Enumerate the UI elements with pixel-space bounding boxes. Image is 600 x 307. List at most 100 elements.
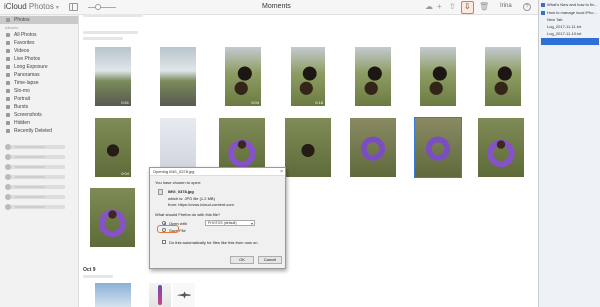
sidebar-item-label: All Photos bbox=[14, 32, 37, 38]
dialog-title: Opening IMG_0378.jpg bbox=[150, 168, 285, 176]
sidebar-item-time-lapse[interactable]: Time-lapse bbox=[0, 79, 78, 87]
panel-item[interactable]: New Tab bbox=[541, 16, 599, 23]
photo-thumbnail[interactable]: 0:18 bbox=[291, 47, 325, 106]
app-brand[interactable]: iCloud Photos▼ bbox=[4, 2, 60, 11]
browser-side-panel: What's New and how to fix... How to mana… bbox=[538, 0, 600, 307]
download-button[interactable]: ⇩ bbox=[461, 1, 474, 14]
sidebar-toggle-icon[interactable] bbox=[69, 3, 78, 11]
album-thumbnail bbox=[5, 144, 11, 150]
user-menu[interactable]: Irina bbox=[500, 3, 512, 9]
photo-thumbnail[interactable]: 0:04 bbox=[95, 118, 131, 177]
sidebar-item-photos[interactable]: Photos bbox=[0, 16, 78, 24]
share-icon[interactable]: ⇧ bbox=[449, 2, 456, 12]
photo-thumbnail[interactable] bbox=[350, 118, 396, 177]
photo-thumbnail[interactable] bbox=[355, 47, 391, 106]
photo-thumbnail-selected[interactable] bbox=[414, 117, 462, 178]
sidebar-item-label: Photos bbox=[14, 17, 30, 23]
photo-thumbnail[interactable]: 0:51 bbox=[95, 47, 131, 106]
app-name: iCloud bbox=[4, 2, 27, 11]
photo-thumbnail[interactable] bbox=[160, 47, 196, 106]
panel-item-label: How to manage local iPho... bbox=[547, 10, 597, 15]
auto-checkbox[interactable] bbox=[162, 240, 166, 244]
album-item[interactable] bbox=[5, 154, 65, 160]
photo-thumbnail[interactable] bbox=[485, 47, 521, 106]
trash-icon[interactable]: 🗑 bbox=[479, 2, 489, 12]
album-name-blurred bbox=[15, 186, 45, 188]
sidebar-item-label: Screenshots bbox=[14, 112, 42, 118]
panel-item-selected[interactable] bbox=[541, 38, 599, 45]
sidebar-item-live-photos[interactable]: Live Photos bbox=[0, 55, 78, 63]
album-icon bbox=[6, 33, 10, 37]
photos-icon bbox=[6, 18, 10, 22]
sidebar-item-hidden[interactable]: Hidden bbox=[0, 119, 78, 127]
album-item[interactable] bbox=[5, 194, 65, 200]
ok-button[interactable]: OK bbox=[230, 256, 254, 264]
sidebar-item-recently-deleted[interactable]: Recently Deleted bbox=[0, 127, 78, 135]
download-icon: ⇩ bbox=[464, 2, 471, 11]
moment-subheader-blurred bbox=[83, 275, 113, 278]
bookmark-icon bbox=[541, 10, 545, 15]
bursts-icon bbox=[6, 105, 10, 109]
video-icon bbox=[6, 49, 10, 53]
video-duration: 0:04 bbox=[251, 100, 259, 105]
photo-thumbnail[interactable] bbox=[478, 118, 524, 177]
dialog-filename: IMG_0378.jpg bbox=[168, 189, 194, 194]
close-icon[interactable]: × bbox=[280, 168, 283, 176]
sidebar-item-label: Videos bbox=[14, 48, 30, 54]
zoom-slider[interactable] bbox=[88, 7, 116, 8]
panel-item-label: Log_2017-11-11.txt bbox=[547, 24, 582, 29]
album-name-blurred bbox=[15, 146, 45, 148]
photo-thumbnail[interactable] bbox=[149, 283, 171, 307]
album-item[interactable] bbox=[5, 184, 65, 190]
help-icon[interactable]: ? bbox=[523, 3, 531, 11]
dialog-question: What should Firefox do with this file? bbox=[155, 212, 221, 217]
sidebar-item-panoramas[interactable]: Panoramas bbox=[0, 71, 78, 79]
album-item[interactable] bbox=[5, 164, 65, 170]
panel-item[interactable]: Log_2017-11-11.txt bbox=[541, 23, 599, 30]
sidebar-item-long-exposure[interactable]: Long Exposure bbox=[0, 63, 78, 71]
sidebar-item-label: Slo-mo bbox=[14, 88, 30, 94]
sidebar-item-screenshots[interactable]: Screenshots bbox=[0, 111, 78, 119]
photo-thumbnail[interactable] bbox=[420, 47, 456, 106]
panel-item[interactable]: Log_2017-11-10.txt bbox=[541, 30, 599, 37]
add-icon[interactable]: + bbox=[437, 2, 442, 12]
album-thumbnail bbox=[5, 184, 11, 190]
panel-item[interactable]: How to manage local iPho... bbox=[541, 9, 599, 16]
sidebar-item-videos[interactable]: Videos bbox=[0, 47, 78, 55]
sidebar-item-slo-mo[interactable]: Slo-mo bbox=[0, 87, 78, 95]
photo-thumbnail[interactable] bbox=[285, 118, 331, 177]
sidebar-item-all-photos[interactable]: All Photos bbox=[0, 31, 78, 39]
hidden-icon bbox=[6, 121, 10, 125]
photo-thumbnail[interactable] bbox=[173, 283, 195, 307]
sidebar-item-label: Panoramas bbox=[14, 72, 40, 78]
moment-header-blurred bbox=[83, 14, 143, 17]
sidebar-item-label: Favorites bbox=[14, 40, 35, 46]
moment-header-blurred bbox=[83, 31, 138, 34]
slo-mo-icon bbox=[6, 89, 10, 93]
photo-thumbnail[interactable] bbox=[90, 188, 135, 247]
zoom-slider-knob[interactable] bbox=[95, 4, 101, 10]
sidebar: Photos Albums All Photos Favorites Video… bbox=[0, 15, 79, 307]
sidebar-item-favorites[interactable]: Favorites bbox=[0, 39, 78, 47]
cancel-button[interactable]: Cancel bbox=[258, 256, 282, 264]
album-name-blurred bbox=[15, 156, 45, 158]
bookmark-icon bbox=[541, 2, 545, 7]
upload-icon[interactable]: ☁ bbox=[425, 2, 433, 12]
panel-item[interactable]: What's New and how to fix... bbox=[541, 1, 599, 8]
portrait-icon bbox=[6, 97, 10, 101]
photo-thumbnail[interactable]: 0:04 bbox=[225, 47, 261, 106]
album-item[interactable] bbox=[5, 174, 65, 180]
sidebar-item-bursts[interactable]: Bursts bbox=[0, 103, 78, 111]
open-file-dialog: Opening IMG_0378.jpg × You have chosen t… bbox=[149, 167, 286, 269]
video-duration: 0:18 bbox=[315, 100, 323, 105]
album-item[interactable] bbox=[5, 204, 65, 210]
photo-thumbnail[interactable] bbox=[95, 283, 131, 307]
album-item[interactable] bbox=[5, 144, 65, 150]
dialog-file-type: which is: JPG file (1.2 MB) bbox=[168, 196, 215, 201]
sidebar-item-portrait[interactable]: Portrait bbox=[0, 95, 78, 103]
open-with-select[interactable]: PHOTOS (default) bbox=[205, 220, 255, 226]
album-thumbnail bbox=[5, 164, 11, 170]
panel-item-label: New Tab bbox=[547, 17, 563, 22]
sidebar-item-label: Portrait bbox=[14, 96, 31, 102]
time-lapse-icon bbox=[6, 81, 10, 85]
